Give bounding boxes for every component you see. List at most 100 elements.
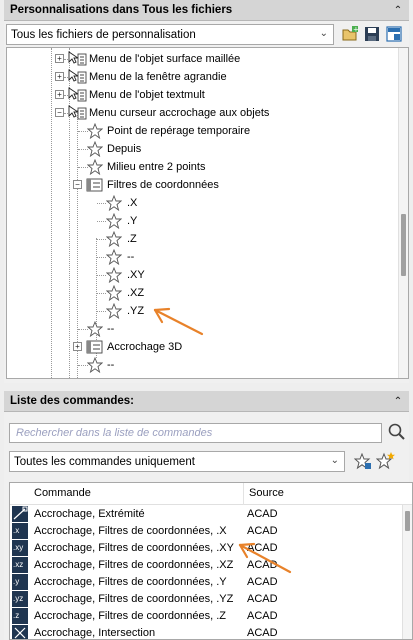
coordinate-filter-z-icon: .z [12,608,28,624]
table-row[interactable]: .x Accrochage, Filtres de coordonnées, .… [10,523,402,540]
tree-item[interactable]: − Menu curseur accrochage aux objets [7,104,399,122]
tree-item-label: Menu de l'objet textmult [89,89,205,101]
coordinate-filter-xz-icon: .xz [12,557,28,573]
tree-scrollbar[interactable] [398,48,408,378]
tree-item[interactable]: .XY [7,266,399,284]
commands-panel: Liste des commandes: ⌃ Toutes les comman… [4,391,413,640]
tree-item[interactable]: .XZ [7,284,399,302]
star-icon [106,249,122,265]
expand-icon[interactable]: + [55,54,64,63]
tree-item-label: Point de repérage temporaire [107,125,251,137]
open-folder-button[interactable]: + [341,25,359,43]
tree-item[interactable]: .X [7,194,399,212]
expand-icon[interactable]: + [55,72,64,81]
save-icon [365,27,379,41]
star-filter-icon[interactable] [354,453,372,471]
chevron-down-icon: ⌄ [319,28,328,39]
tree-item-label: Menu de l'objet surface maillée [89,53,241,65]
table-row[interactable]: .xz Accrochage, Filtres de coordonnées, … [10,557,402,574]
column-header-source[interactable]: Source [249,487,284,499]
tree-item-label: .YZ [127,305,145,317]
table-row[interactable]: .y Accrochage, Filtres de coordonnées, .… [10,574,402,591]
expand-icon[interactable]: + [55,90,64,99]
tree-item-label: Depuis [107,143,142,155]
command-source: ACAD [247,576,278,588]
command-search-field[interactable] [9,423,382,443]
tree-item-label: .Y [127,215,138,227]
table-row[interactable]: Accrochage, Intersection ACAD [10,625,402,639]
commands-table[interactable]: Commande Source Accrochage, Extrémité AC… [9,482,413,640]
open-folder-icon: + [342,26,359,41]
star-icon [87,141,103,157]
command-search-input[interactable] [14,426,381,440]
command-name: Accrochage, Extrémité [34,508,145,520]
tree-item-label: -- [107,359,115,371]
star-icon [106,195,122,211]
chevron-down-icon: ⌄ [330,455,339,466]
tree-item[interactable]: -- [7,356,399,374]
command-source: ACAD [247,627,278,639]
commands-scrollbar[interactable] [402,505,412,639]
command-name: Accrochage, Filtres de coordonnées, .XZ [34,559,234,571]
commands-scrollbar-thumb[interactable] [405,511,410,531]
star-icon [87,159,103,175]
tree-item-label: -- [127,251,135,263]
tree-item[interactable]: + Menu de la fenêtre agrandie [7,68,399,86]
command-source: ACAD [247,610,278,622]
annotation-arrow-icon [153,307,204,336]
file-filter-dropdown[interactable]: Tous les fichiers de personnalisation ⌄ [6,24,334,45]
tree-item[interactable]: − Filtres de coordonnées [7,176,399,194]
collapse-panel-icon[interactable]: ⌃ [391,3,405,17]
tree-scrollbar-thumb[interactable] [401,214,406,276]
tree-item-label: Milieu entre 2 points [107,161,206,173]
customizations-panel-title: Personnalisations dans Tous les fichiers [10,4,233,16]
tree-item[interactable]: + Menu de l'objet textmult [7,86,399,104]
tree-item[interactable]: + Accrochage 3D [7,338,399,356]
command-name: Accrochage, Filtres de coordonnées, .Z [34,610,226,622]
context-menu-icon [68,87,87,102]
collapse-icon[interactable]: − [55,108,64,117]
table-row[interactable]: .yz Accrochage, Filtres de coordonnées, … [10,591,402,608]
star-icon [87,123,103,139]
file-filter-value: Tous les fichiers de personnalisation [11,28,196,41]
customizations-panel-header: Personnalisations dans Tous les fichiers… [4,0,409,21]
coordinate-filter-x-icon: .x [12,523,28,539]
tree-item[interactable]: .Y [7,212,399,230]
command-name: Accrochage, Filtres de coordonnées, .X [34,525,227,537]
svg-text:+: + [353,26,359,34]
collapse-panel-icon[interactable]: ⌃ [391,394,405,408]
command-filter-dropdown[interactable]: Toutes les commandes uniquement ⌄ [9,451,345,472]
command-source: ACAD [247,525,278,537]
tree-item-label: -- [107,323,115,335]
new-command-icon[interactable] [376,451,396,471]
customizations-tree[interactable]: + Menu de l'objet surface maillée + Menu… [6,47,409,379]
table-row[interactable]: Accrochage, Extrémité ACAD [10,506,402,523]
tree-item-label: .XZ [127,287,145,299]
command-name: Accrochage, Filtres de coordonnées, .Y [34,576,227,588]
column-header-command[interactable]: Commande [34,487,91,499]
command-source: ACAD [247,593,278,605]
table-row[interactable]: .z Accrochage, Filtres de coordonnées, .… [10,608,402,625]
save-button[interactable] [363,25,381,43]
tree-item[interactable]: Depuis [7,140,399,158]
customize-button[interactable] [385,25,403,43]
commands-panel-title: Liste des commandes: [10,395,134,407]
star-icon [106,267,122,283]
search-icon[interactable] [387,422,407,442]
collapse-icon[interactable]: − [73,180,82,189]
submenu-icon [86,340,103,354]
tree-item[interactable]: Point de repérage temporaire [7,122,399,140]
tree-item-label: .X [127,197,138,209]
expand-icon[interactable]: + [73,342,82,351]
tree-item-label: Accrochage 3D [107,341,183,353]
command-name: Accrochage, Filtres de coordonnées, .XY [34,542,234,554]
commands-panel-header: Liste des commandes: ⌃ [4,391,409,412]
table-row[interactable]: .xy Accrochage, Filtres de coordonnées, … [10,540,402,557]
star-icon [106,285,122,301]
tree-item[interactable]: + Menu de l'objet surface maillée [7,50,399,68]
tree-item[interactable]: Milieu entre 2 points [7,158,399,176]
tree-item[interactable]: .Z [7,230,399,248]
intersection-snap-icon [12,625,28,639]
coordinate-filter-yz-icon: .yz [12,591,28,607]
tree-item[interactable]: -- [7,248,399,266]
